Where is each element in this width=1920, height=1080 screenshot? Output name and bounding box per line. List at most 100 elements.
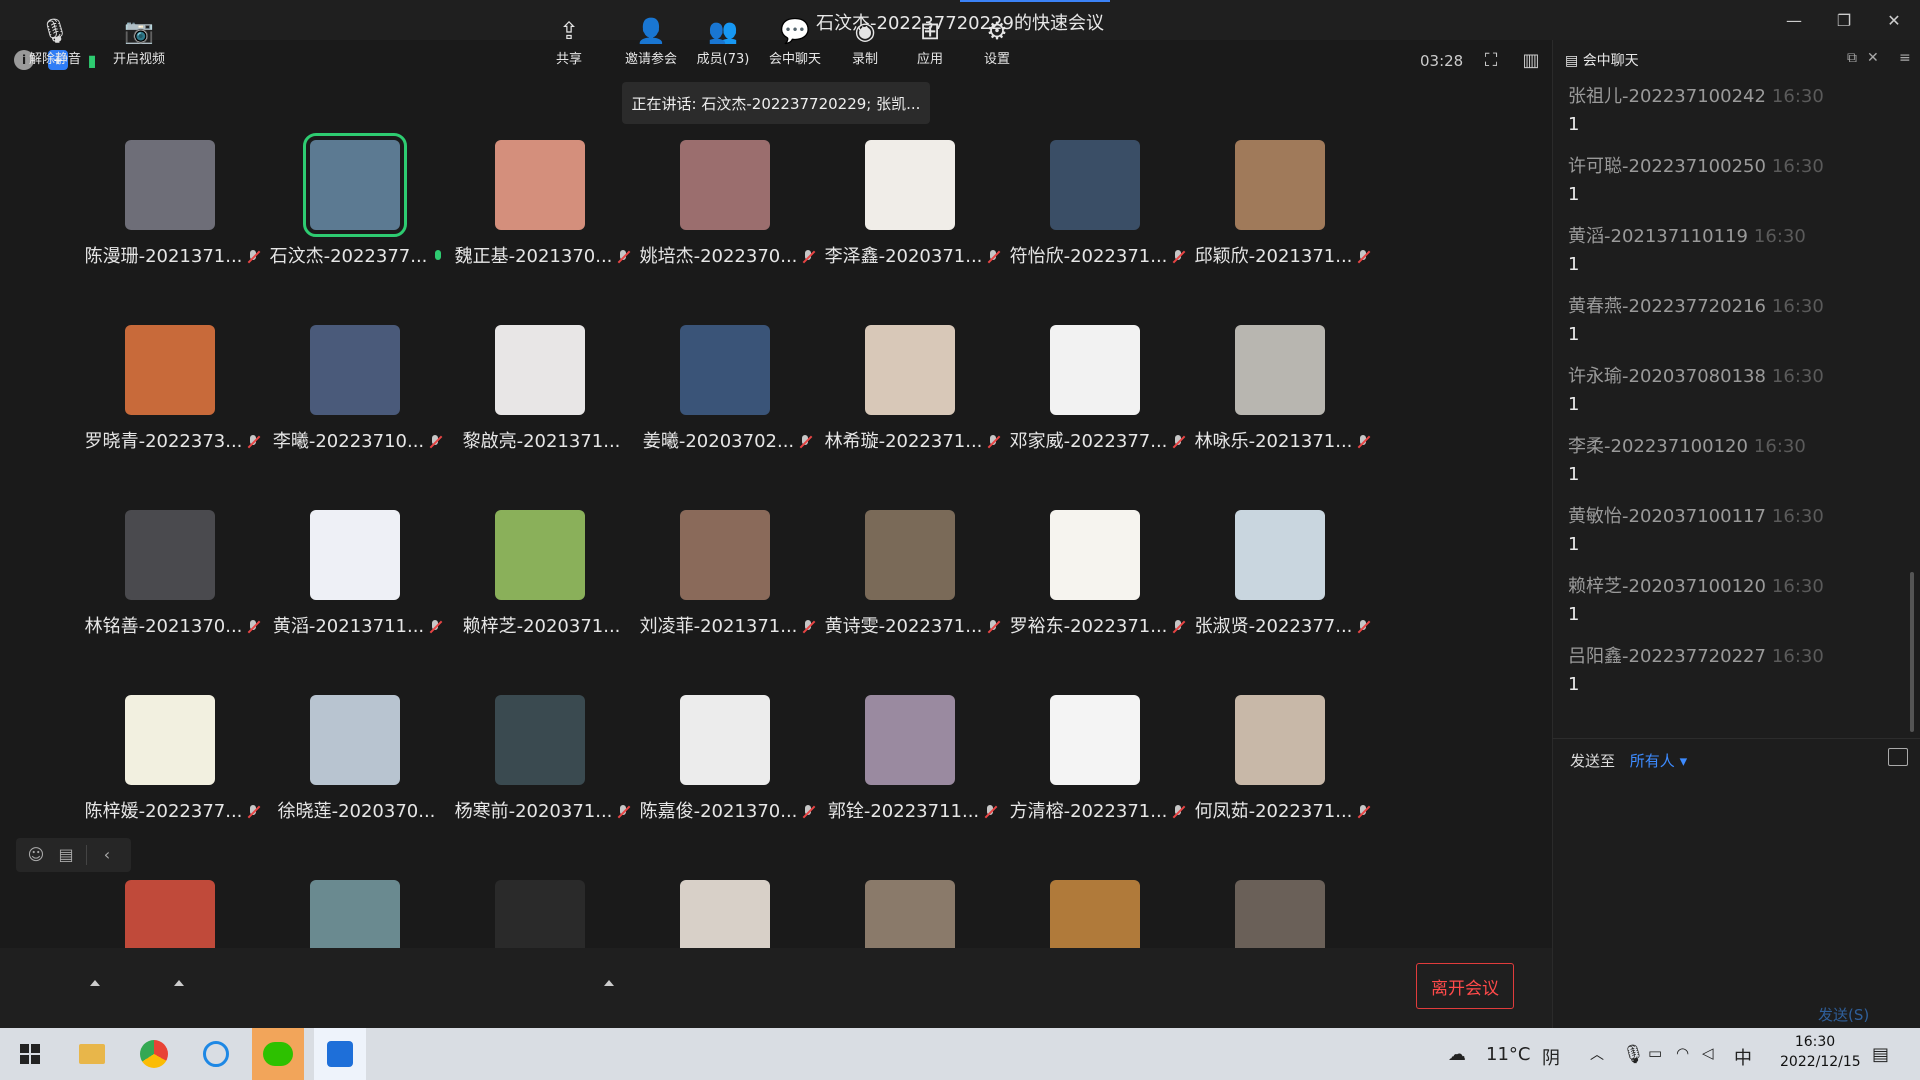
gear-icon: ⚙ — [986, 17, 1008, 45]
unmute-button[interactable]: 🎙 解除静音 — [20, 16, 90, 67]
popout-icon[interactable]: ⧉ — [1847, 50, 1857, 66]
leave-meeting-button[interactable]: 离开会议 — [1416, 963, 1514, 1009]
chevron-up-icon[interactable]: ︿ — [1590, 1044, 1604, 1064]
participant-tile[interactable]: 黄诗雯-2022371... — [819, 500, 1004, 650]
share-button[interactable]: ⇪ 共享 — [534, 16, 604, 67]
clock[interactable]: 16:30 2022/12/15 — [1780, 1032, 1861, 1072]
participant-name-text: 郭铨-20223711... — [827, 801, 980, 822]
chat-bubble-icon[interactable]: ▤ — [56, 845, 76, 865]
qq-icon[interactable] — [190, 1028, 242, 1080]
start-icon[interactable] — [4, 1028, 56, 1080]
participant-name: 陈梓媛-2022377... — [79, 797, 264, 823]
participant-tile[interactable] — [449, 870, 634, 958]
participant-tile[interactable]: 方清榕-2022371... — [1004, 685, 1189, 835]
weather-icon[interactable]: ☁ — [1448, 1044, 1466, 1065]
participant-tile[interactable]: 姚培杰-2022370... — [634, 130, 819, 280]
audio-options-caret[interactable] — [90, 980, 100, 986]
participant-tile[interactable]: 郭铨-20223711... — [819, 685, 1004, 835]
avatar — [310, 325, 400, 415]
settings-button[interactable]: ⚙ 设置 — [962, 16, 1032, 67]
send-button[interactable]: 发送(S) — [1818, 1004, 1869, 1025]
avatar — [495, 140, 585, 230]
record-button[interactable]: ◉ 录制 — [830, 16, 900, 67]
participant-tile[interactable]: 陈嘉俊-2021370... — [634, 685, 819, 835]
participant-tile[interactable] — [819, 870, 1004, 958]
chat-time: 16:30 — [1753, 226, 1806, 247]
participant-tile[interactable]: 林咏乐-2021371... — [1189, 315, 1374, 465]
apps-button[interactable]: ⊞ 应用 — [895, 16, 965, 67]
notification-icon[interactable]: ▤ — [1872, 1044, 1889, 1065]
participant-tile[interactable]: 石汶杰-2022377... — [264, 130, 449, 280]
send-to-target[interactable]: 所有人 ▾ — [1630, 752, 1687, 770]
participant-tile[interactable]: 罗晓青-2022373... — [79, 315, 264, 465]
participant-name: 姜曦-20203702... — [634, 427, 819, 453]
participant-name: 林铭善-2021370... — [79, 612, 264, 638]
participant-tile[interactable]: 邓家威-2022377... — [1004, 315, 1189, 465]
emoji-icon[interactable]: ☺ — [26, 845, 46, 865]
avatar — [1050, 325, 1140, 415]
chat-panel-icon: ▤ — [1565, 53, 1579, 69]
share-options-caret[interactable] — [604, 980, 614, 986]
participant-tile[interactable]: 徐晓莲-2020370... — [264, 685, 449, 835]
video-options-caret[interactable] — [174, 980, 184, 986]
weather-desc[interactable]: 阴 — [1542, 1044, 1560, 1070]
close-button[interactable]: ✕ — [1874, 8, 1914, 32]
file-explorer-icon[interactable] — [66, 1028, 118, 1080]
participant-tile[interactable] — [264, 870, 449, 958]
restore-button[interactable]: ❐ — [1824, 8, 1864, 32]
add-user-icon: 👤 — [636, 17, 666, 45]
mic-on-icon — [433, 250, 443, 264]
participant-tile[interactable]: 林希璇-2022371... — [819, 315, 1004, 465]
participant-tile[interactable]: 张淑贤-2022377... — [1189, 500, 1374, 650]
participant-tile[interactable]: 何凤茹-2022371... — [1189, 685, 1374, 835]
menu-icon[interactable]: ≡ — [1899, 50, 1911, 66]
participant-tile[interactable]: 姜曦-20203702... — [634, 315, 819, 465]
participant-tile[interactable] — [1004, 870, 1189, 958]
avatar — [865, 140, 955, 230]
invite-button[interactable]: 👤 邀请参会 — [616, 16, 686, 67]
participant-tile[interactable]: 符怡欣-2022371... — [1004, 130, 1189, 280]
participant-tile[interactable]: 邱颖欣-2021371... — [1189, 130, 1374, 280]
wechat-icon[interactable] — [252, 1028, 304, 1080]
participant-name-text: 符怡欣-2022371... — [1009, 246, 1168, 267]
battery-icon[interactable]: ▭ — [1648, 1044, 1662, 1062]
fullscreen-icon[interactable]: ⛶ — [1480, 50, 1502, 72]
participant-tile[interactable] — [1189, 870, 1374, 958]
minimize-button[interactable]: — — [1774, 8, 1814, 32]
participant-tile[interactable]: 刘凌菲-2021371... — [634, 500, 819, 650]
start-video-button[interactable]: 📷 开启视频 — [104, 16, 174, 67]
microphone-tray-icon[interactable]: 🎙 — [1622, 1044, 1645, 1065]
layout-icon[interactable]: ▥ — [1520, 50, 1542, 72]
image-icon[interactable] — [1888, 748, 1908, 766]
participant-tile[interactable]: 罗裕东-2022371... — [1004, 500, 1189, 650]
chat-button[interactable]: 💬 会中聊天 — [760, 16, 830, 67]
participant-name: 李泽鑫-2020371... — [819, 242, 1004, 268]
meeting-app-icon[interactable] — [314, 1028, 366, 1080]
participant-tile[interactable]: 杨寒前-2020371... — [449, 685, 634, 835]
participant-tile[interactable]: 李泽鑫-2020371... — [819, 130, 1004, 280]
collapse-left-icon[interactable]: ‹ — [86, 845, 117, 865]
ime-indicator[interactable]: 中 — [1734, 1044, 1752, 1070]
chrome-icon[interactable] — [128, 1028, 180, 1080]
participant-tile[interactable]: 陈梓媛-2022377... — [79, 685, 264, 835]
volume-icon[interactable]: ◁ — [1702, 1044, 1714, 1062]
participant-tile[interactable]: 李曦-20223710... — [264, 315, 449, 465]
participant-tile[interactable]: 黎啟亮-2021371... — [449, 315, 634, 465]
participant-tile[interactable]: 赖梓芝-2020371... — [449, 500, 634, 650]
participant-name-text: 陈漫珊-2021371... — [84, 246, 243, 267]
participant-tile[interactable]: 黄滔-20213711... — [264, 500, 449, 650]
chat-scrollbar[interactable] — [1910, 572, 1914, 732]
participant-name: 罗裕东-2022371... — [1004, 612, 1189, 638]
start-video-label: 开启视频 — [112, 52, 165, 67]
chat-close-icon[interactable]: ✕ — [1867, 50, 1879, 66]
participant-tile[interactable] — [634, 870, 819, 958]
participant-tile[interactable]: 林铭善-2021370... — [79, 500, 264, 650]
chat-sender: 黄春燕-202237720216 — [1568, 296, 1766, 317]
participant-tile[interactable]: 陈漫珊-2021371... — [79, 130, 264, 280]
participant-tile[interactable] — [79, 870, 264, 958]
chat-sender-row: 黄春燕-202237720216 16:30 — [1568, 292, 1898, 318]
weather-temp[interactable]: 11°C — [1486, 1044, 1530, 1065]
wifi-icon[interactable]: ◠ — [1676, 1044, 1689, 1062]
participant-tile[interactable]: 魏正基-2021370... — [449, 130, 634, 280]
members-button[interactable]: 👥 成员(73) — [688, 16, 758, 67]
